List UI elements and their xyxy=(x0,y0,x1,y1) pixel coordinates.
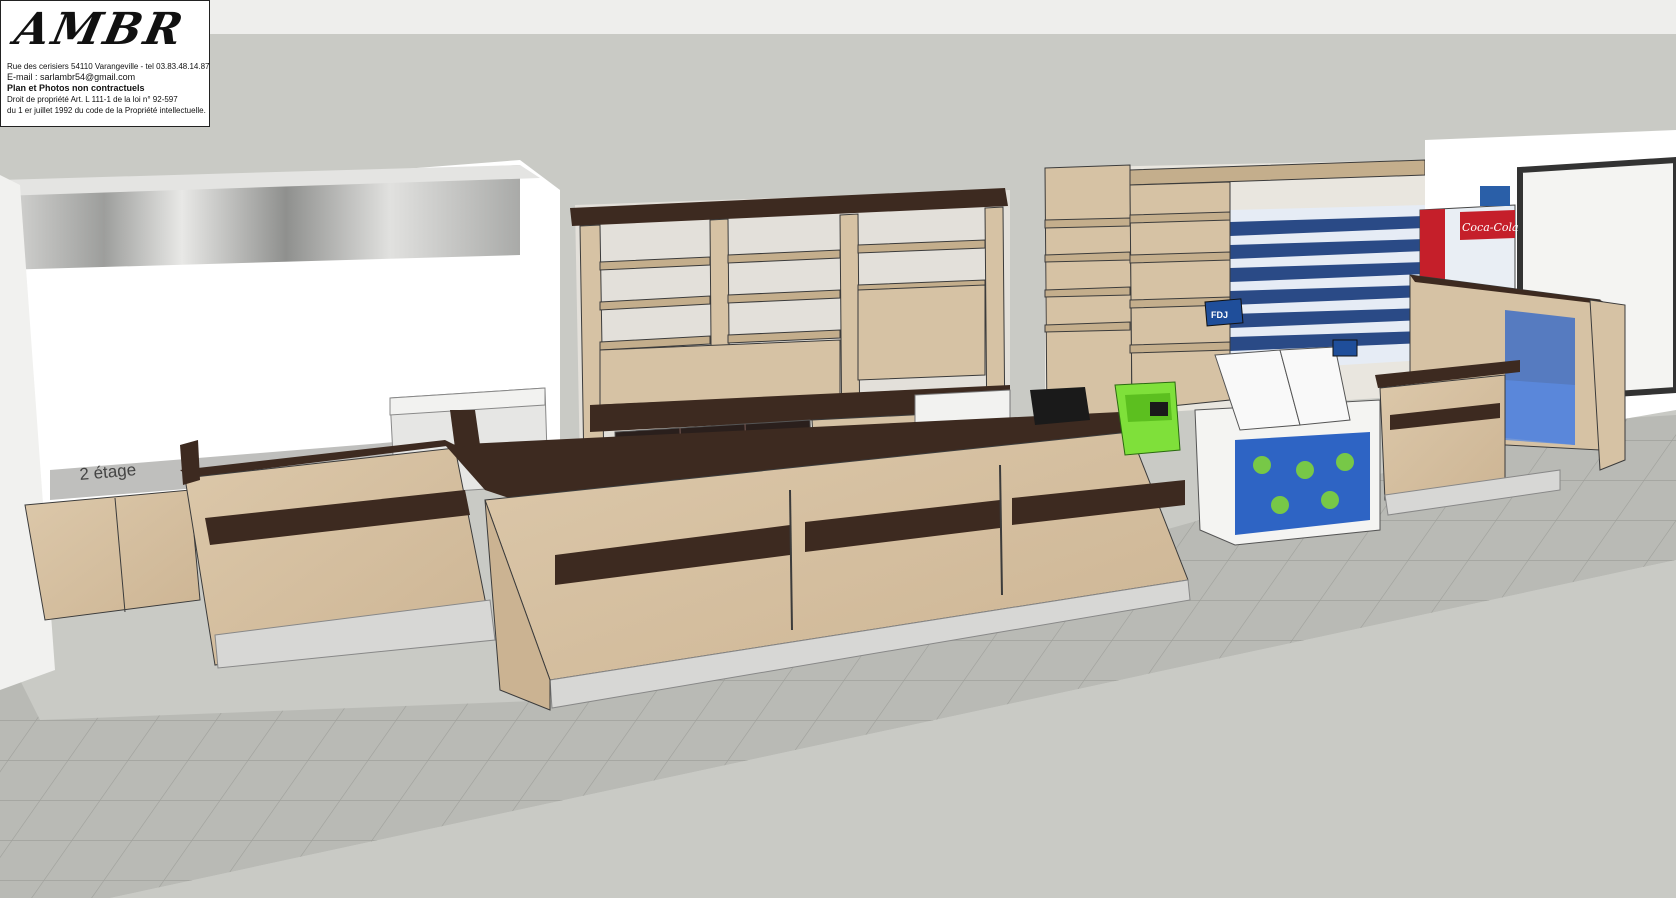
ceiling-band xyxy=(0,0,1676,34)
copyright-line-2: du 1 er juillet 1992 du code de la Propr… xyxy=(7,106,206,115)
store-counter-3d-render: 2 étage Coca-Cola FDJ xyxy=(0,0,1676,898)
disclaimer: Plan et Photos non contractuels xyxy=(7,83,145,93)
company-email: E-mail : sarlambr54@gmail.com xyxy=(7,72,136,82)
copyright-line-1: Droit de propriété Art. L 111-1 de la lo… xyxy=(7,95,178,104)
ambr-logo: AMBR xyxy=(10,4,190,55)
ambr-logo-panel: AMBR Rue des cerisiers 54110 Varangevill… xyxy=(0,0,210,127)
cola-logo-text: Coca-Cola xyxy=(1462,221,1519,234)
shelving-back-panel xyxy=(857,284,986,381)
company-address: Rue des cerisiers 54110 Varangeville - t… xyxy=(7,62,210,71)
fdj-sign-text: FDJ xyxy=(1211,310,1228,320)
back-cabinets-left xyxy=(24,489,201,621)
left-counter xyxy=(180,440,496,669)
